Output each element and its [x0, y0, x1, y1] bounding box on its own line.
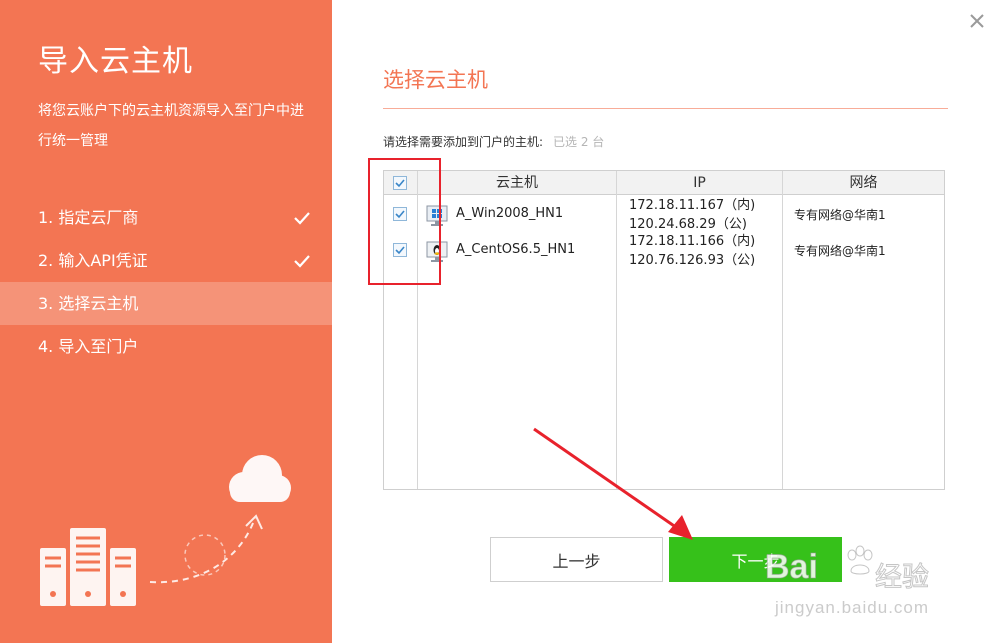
page-title: 选择云主机 — [383, 68, 488, 92]
step-item-3[interactable]: 3. 选择云主机 — [0, 282, 332, 325]
host-network: 专有网络@华南1 — [794, 208, 886, 222]
host-ip: 172.18.11.166（内) 120.76.126.93（公) — [629, 232, 755, 270]
close-icon — [970, 14, 984, 28]
host-ip: 172.18.11.167（内) 120.24.68.29（公) — [629, 196, 755, 234]
linux-icon — [426, 241, 448, 262]
row-checkbox[interactable] — [393, 243, 407, 257]
watermark-url: jingyan.baidu.com — [775, 598, 930, 617]
step-item-4[interactable]: 4. 导入至门户 — [0, 325, 332, 368]
watermark-sub: 经验 — [875, 562, 930, 594]
column-header-network: 网络 — [849, 175, 878, 191]
host-name: A_CentOS6.5_HN1 — [456, 242, 576, 257]
step-label: 1. 指定云厂商 — [38, 208, 139, 227]
sidebar-title: 导入云主机 — [38, 44, 193, 79]
select-all-checkbox[interactable] — [393, 176, 407, 190]
step-list: 1. 指定云厂商 2. 输入API凭证 3. 选择云主机 4. 导入至门户 — [0, 196, 332, 368]
prompt-text: 请选择需要添加到门户的主机: — [383, 135, 544, 149]
sidebar-description: 将您云账户下的云主机资源导入至门户中进行统一管理 — [38, 103, 304, 149]
ip-private: 172.18.11.166（内) — [629, 234, 756, 249]
previous-step-button[interactable]: 上一步 — [490, 537, 663, 582]
baidu-paw-icon — [847, 545, 873, 575]
cloud-server-illustration-icon — [40, 455, 291, 606]
step-label: 4. 导入至门户 — [38, 337, 139, 356]
checkmark-icon — [395, 179, 405, 188]
column-header-host: 云主机 — [496, 175, 538, 191]
row-checkbox[interactable] — [393, 207, 407, 221]
step-item-1[interactable]: 1. 指定云厂商 — [0, 196, 332, 239]
sidebar: 导入云主机 将您云账户下的云主机资源导入至门户中进行统一管理 1. 指定云厂商 … — [0, 0, 332, 643]
ip-public: 120.76.126.93（公) — [629, 253, 756, 268]
column-header-ip: IP — [693, 175, 706, 191]
host-table: 云主机 IP 网络 A_Win2008_HN1 172.18.11.167（内)… — [383, 170, 945, 490]
ip-private: 172.18.11.167（内) — [629, 198, 756, 213]
check-icon — [290, 239, 314, 282]
step-item-2[interactable]: 2. 输入API凭证 — [0, 239, 332, 282]
check-icon — [290, 196, 314, 239]
select-prompt: 请选择需要添加到门户的主机: 已选 2 台 — [383, 133, 604, 150]
host-network: 专有网络@华南1 — [794, 244, 886, 258]
close-button[interactable] — [966, 10, 988, 32]
heading-divider — [383, 108, 948, 109]
checkmark-icon — [395, 210, 405, 219]
host-name: A_Win2008_HN1 — [456, 206, 564, 221]
step-label: 3. 选择云主机 — [38, 294, 139, 313]
selected-count: 已选 2 台 — [553, 135, 605, 149]
checkmark-icon — [395, 246, 405, 255]
next-step-button[interactable]: 下一步 — [669, 537, 842, 582]
step-label: 2. 输入API凭证 — [38, 251, 148, 270]
windows-icon — [426, 205, 448, 226]
table-row[interactable]: A_Win2008_HN1 172.18.11.167（内) 120.24.68… — [384, 196, 944, 232]
table-row[interactable]: A_CentOS6.5_HN1 172.18.11.166（内) 120.76.… — [384, 232, 944, 268]
